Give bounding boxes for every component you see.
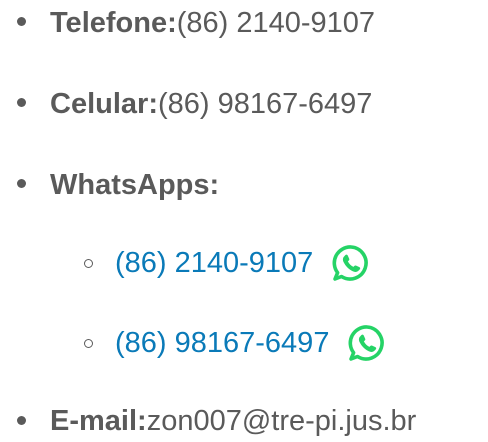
list-bullet bbox=[17, 17, 26, 26]
whatsapps-label: WhatsApps: bbox=[50, 168, 220, 201]
list-bullet bbox=[17, 179, 26, 188]
whatsapp-link-1[interactable]: (86) 2140-9107 bbox=[115, 247, 313, 280]
sub-list-bullet bbox=[84, 339, 93, 348]
whatsapp-icon[interactable] bbox=[347, 323, 387, 363]
celular-value: (86) 98167-6497 bbox=[157, 87, 373, 120]
celular-label: Celular: bbox=[50, 87, 158, 120]
telefone-value: (86) 2140-9107 bbox=[176, 6, 376, 39]
telefone-label: Telefone: bbox=[50, 6, 177, 39]
list-bullet bbox=[17, 98, 26, 107]
email-label: E-mail: bbox=[50, 404, 147, 437]
sub-list-bullet bbox=[84, 259, 93, 268]
whatsapp-icon[interactable] bbox=[331, 243, 371, 283]
email-value[interactable]: zon007@tre-pi.jus.br bbox=[147, 405, 417, 438]
list-bullet bbox=[17, 416, 26, 425]
whatsapp-link-2[interactable]: (86) 98167-6497 bbox=[115, 327, 329, 360]
